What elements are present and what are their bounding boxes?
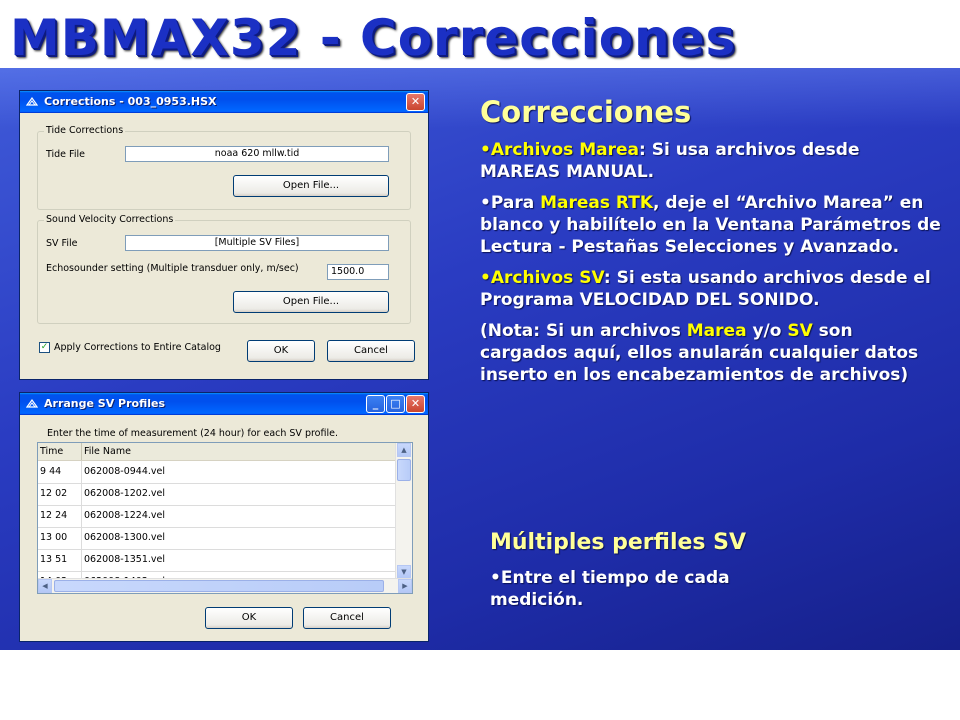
highlight-text: Archivos Marea (490, 140, 639, 160)
time-cell[interactable]: 13 00 (38, 527, 82, 549)
echosounder-field[interactable]: 1500.0 (327, 264, 389, 280)
cancel-button[interactable]: Cancel (327, 340, 415, 362)
tide-group-label: Tide Corrections (44, 125, 126, 136)
scroll-right-icon[interactable]: ▶ (398, 579, 412, 593)
bullet-prefix: • (480, 140, 491, 160)
column-header-time[interactable]: Time (38, 443, 82, 460)
ok-button[interactable]: OK (247, 340, 315, 362)
time-cell[interactable]: 13 51 (38, 549, 82, 571)
close-icon[interactable]: ✕ (406, 93, 425, 111)
table-header: Time File Name (38, 443, 398, 461)
bullet-prefix: • (480, 268, 491, 288)
time-cell[interactable]: 12 24 (38, 505, 82, 527)
bullet-prefix: •Para (480, 193, 541, 213)
tide-open-file-button[interactable]: Open File... (233, 175, 389, 197)
scroll-left-icon[interactable]: ◀ (38, 579, 52, 593)
multi-profile-panel: Múltiples perfiles SV •Entre el tiempo d… (490, 530, 930, 611)
sv-profiles-table: Time File Name 9 44 062008-0944.vel 12 0… (37, 442, 413, 594)
note-part: y/o (746, 321, 788, 341)
bullet-rtk: •Para Mareas RTK, deje el “Archivo Marea… (480, 192, 942, 258)
table-row[interactable]: 12 24 062008-1224.vel (38, 505, 396, 528)
minimize-icon[interactable]: _ (366, 395, 385, 413)
text-panel: Correcciones •Archivos Marea: Si usa arc… (480, 95, 942, 386)
highlight-text: Marea (686, 321, 747, 341)
app-icon (26, 96, 38, 106)
table-row[interactable]: 9 44 062008-0944.vel (38, 461, 396, 484)
apply-catalog-label: Apply Corrections to Entire Catalog (54, 342, 221, 353)
filename-cell: 062008-1202.vel (84, 488, 165, 499)
scroll-down-icon[interactable]: ▼ (397, 565, 411, 579)
tide-file-label: Tide File (46, 149, 85, 160)
sv-file-label: SV File (46, 238, 78, 249)
table-row[interactable]: 12 02 062008-1202.vel (38, 483, 396, 506)
sv-instruction: Enter the time of measurement (24 hour) … (47, 428, 338, 439)
time-cell[interactable]: 9 44 (38, 461, 82, 483)
filename-cell: 062008-0944.vel (84, 466, 165, 477)
sv-profiles-title: Arrange SV Profiles (44, 397, 166, 410)
corrections-titlebar[interactable]: Corrections - 003_0953.HSX ✕ (20, 91, 428, 113)
note-text: (Nota: Si un archivos Marea y/o SV son c… (480, 320, 942, 386)
cancel-button[interactable]: Cancel (303, 607, 391, 629)
highlight-text: Archivos SV (490, 268, 604, 288)
table-row[interactable]: 13 51 062008-1351.vel (38, 549, 396, 572)
slide-title: MBMAX32 - Correcciones (10, 9, 737, 67)
highlight-text: Mareas RTK (540, 193, 654, 213)
corrections-title: Corrections - 003_0953.HSX (44, 95, 217, 108)
bullet-tide-files: •Archivos Marea: Si usa archivos desde M… (480, 139, 942, 183)
subsection-heading: Múltiples perfiles SV (490, 530, 747, 555)
echosounder-label: Echosounder setting (Multiple transduer … (46, 263, 299, 274)
horizontal-scrollbar[interactable]: ◀ ▶ (38, 578, 412, 593)
scroll-thumb[interactable] (397, 459, 411, 481)
hscroll-thumb[interactable] (54, 580, 384, 592)
bullet-measurement-time: •Entre el tiempo de cada medición. (490, 568, 730, 610)
column-header-filename[interactable]: File Name (82, 443, 398, 460)
vertical-scrollbar[interactable]: ▲ ▼ (395, 443, 412, 579)
note-part: (Nota: Si un archivos (480, 321, 687, 341)
bullet-sv-files: •Archivos SV: Si esta usando archivos de… (480, 267, 942, 311)
section-heading: Correcciones (480, 95, 692, 129)
sv-group-label: Sound Velocity Corrections (44, 214, 176, 225)
app-icon (26, 398, 38, 408)
tide-corrections-group: Tide Corrections Tide File noaa 620 mllw… (37, 125, 411, 210)
scroll-up-icon[interactable]: ▲ (397, 443, 411, 457)
filename-cell: 062008-1300.vel (84, 532, 165, 543)
apply-catalog-checkbox[interactable]: ✓ (39, 342, 50, 353)
time-cell[interactable]: 12 02 (38, 483, 82, 505)
maximize-icon[interactable]: □ (386, 395, 405, 413)
sv-profiles-titlebar[interactable]: Arrange SV Profiles _ □ ✕ (20, 393, 428, 415)
ok-button[interactable]: OK (205, 607, 293, 629)
sv-open-file-button[interactable]: Open File... (233, 291, 389, 313)
sv-profiles-dialog: Arrange SV Profiles _ □ ✕ Enter the time… (19, 392, 429, 642)
filename-cell: 062008-1351.vel (84, 554, 165, 565)
highlight-text: SV (787, 321, 813, 341)
close-icon[interactable]: ✕ (406, 395, 425, 413)
table-row[interactable]: 13 00 062008-1300.vel (38, 527, 396, 550)
sv-file-field[interactable]: [Multiple SV Files] (125, 235, 389, 251)
sv-corrections-group: Sound Velocity Corrections SV File [Mult… (37, 214, 411, 324)
corrections-dialog: Corrections - 003_0953.HSX ✕ Tide Correc… (19, 90, 429, 380)
filename-cell: 062008-1224.vel (84, 510, 165, 521)
tide-file-field[interactable]: noaa 620 mllw.tid (125, 146, 389, 162)
